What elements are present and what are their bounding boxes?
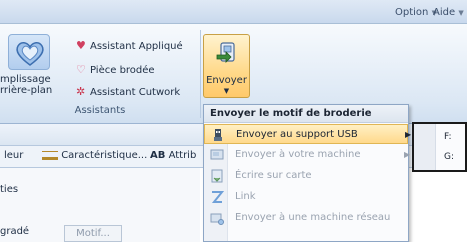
gradient-label: gradé <box>0 226 30 237</box>
menu-item-send-machine[interactable]: Envoyer à votre machine ▶ <box>204 145 411 165</box>
usb-icon <box>211 128 225 142</box>
menu-item-label: Envoyer à une machine réseau <box>235 212 391 223</box>
tab-couleur[interactable]: leur <box>4 150 23 161</box>
aide-menu-label: Aide <box>433 7 456 18</box>
heart-embroidered-icon: ♡ <box>76 63 86 76</box>
card-icon <box>210 169 224 183</box>
assistant-cutwork-button[interactable]: ✲ Assistant Cutwork <box>76 85 180 101</box>
menu-item-label: Envoyer à votre machine <box>235 149 361 160</box>
cutwork-icon: ✲ <box>76 85 86 98</box>
dropdown-header: Envoyer le motif de broderie <box>204 105 408 123</box>
text-ab-icon: AB <box>150 150 166 161</box>
machine-icon <box>210 148 224 162</box>
menu-item-label: Envoyer au support USB <box>236 129 358 140</box>
option-menu[interactable]: Option ▼ <box>395 7 437 18</box>
stitch-pattern-icon <box>42 150 58 160</box>
tab-attributs-label: Attrib <box>168 150 197 161</box>
ribbon-tab-bar: Option ▼ Aide ▼ <box>0 0 467 24</box>
menu-item-send-network[interactable]: Envoyer à une machine réseau <box>204 208 408 228</box>
fill-background-label-1: mplissage <box>0 74 51 85</box>
assistants-group-label: Assistants <box>74 105 126 116</box>
menu-item-link[interactable]: Link <box>204 187 408 207</box>
submenu-icon-gutter <box>414 124 436 170</box>
network-machine-icon <box>210 211 224 225</box>
chevron-down-icon: ▼ <box>223 87 230 95</box>
link-icon <box>210 190 225 204</box>
menu-item-write-card[interactable]: Écrire sur carte <box>204 166 408 186</box>
fill-background-icon[interactable] <box>8 34 50 70</box>
send-device-icon <box>216 41 238 65</box>
group-separator <box>200 30 201 118</box>
drive-g-item[interactable]: G: <box>444 152 454 162</box>
menu-item-label: Écrire sur carte <box>235 170 312 181</box>
properties-label: ties <box>0 184 19 195</box>
aide-menu[interactable]: Aide ▼ <box>433 7 464 18</box>
tab-caracteristique[interactable]: Caractéristique... <box>42 150 147 161</box>
drive-f-item[interactable]: F: <box>444 132 452 142</box>
fill-background-label-2: rrière-plan <box>0 85 53 96</box>
assistant-applique-button[interactable]: ♥ Assistant Appliqué <box>76 39 183 55</box>
piece-brodee-button[interactable]: ♡ Pièce brodée <box>76 63 155 79</box>
tab-attributs[interactable]: AB Attrib <box>150 150 196 161</box>
motif-button[interactable]: Motif... <box>64 225 122 242</box>
tab-caracteristique-label: Caractéristique... <box>61 150 148 161</box>
menu-item-label: Link <box>235 191 256 202</box>
submenu-arrow-icon: ▶ <box>405 130 412 139</box>
envoyer-button[interactable]: Envoyer ▼ <box>203 34 250 98</box>
heart-applique-icon: ♥ <box>76 39 86 52</box>
chevron-down-icon: ▼ <box>458 9 464 17</box>
usb-drive-submenu: F: G: <box>412 122 467 172</box>
submenu-arrow-icon: ▶ <box>404 150 411 159</box>
properties-panel: ties gradé Motif... <box>0 168 200 242</box>
fill-background-button[interactable]: mplissage rrière-plan <box>0 74 52 96</box>
option-menu-label: Option <box>395 7 429 18</box>
envoyer-dropdown: Envoyer le motif de broderie Envoyer au … <box>203 104 412 242</box>
assistant-applique-label: Assistant Appliqué <box>90 41 183 52</box>
envoyer-label: Envoyer <box>206 75 247 86</box>
piece-brodee-label: Pièce brodée <box>90 65 155 76</box>
assistant-cutwork-label: Assistant Cutwork <box>90 87 181 98</box>
menu-item-send-usb[interactable]: Envoyer au support USB ▶ <box>204 124 412 144</box>
